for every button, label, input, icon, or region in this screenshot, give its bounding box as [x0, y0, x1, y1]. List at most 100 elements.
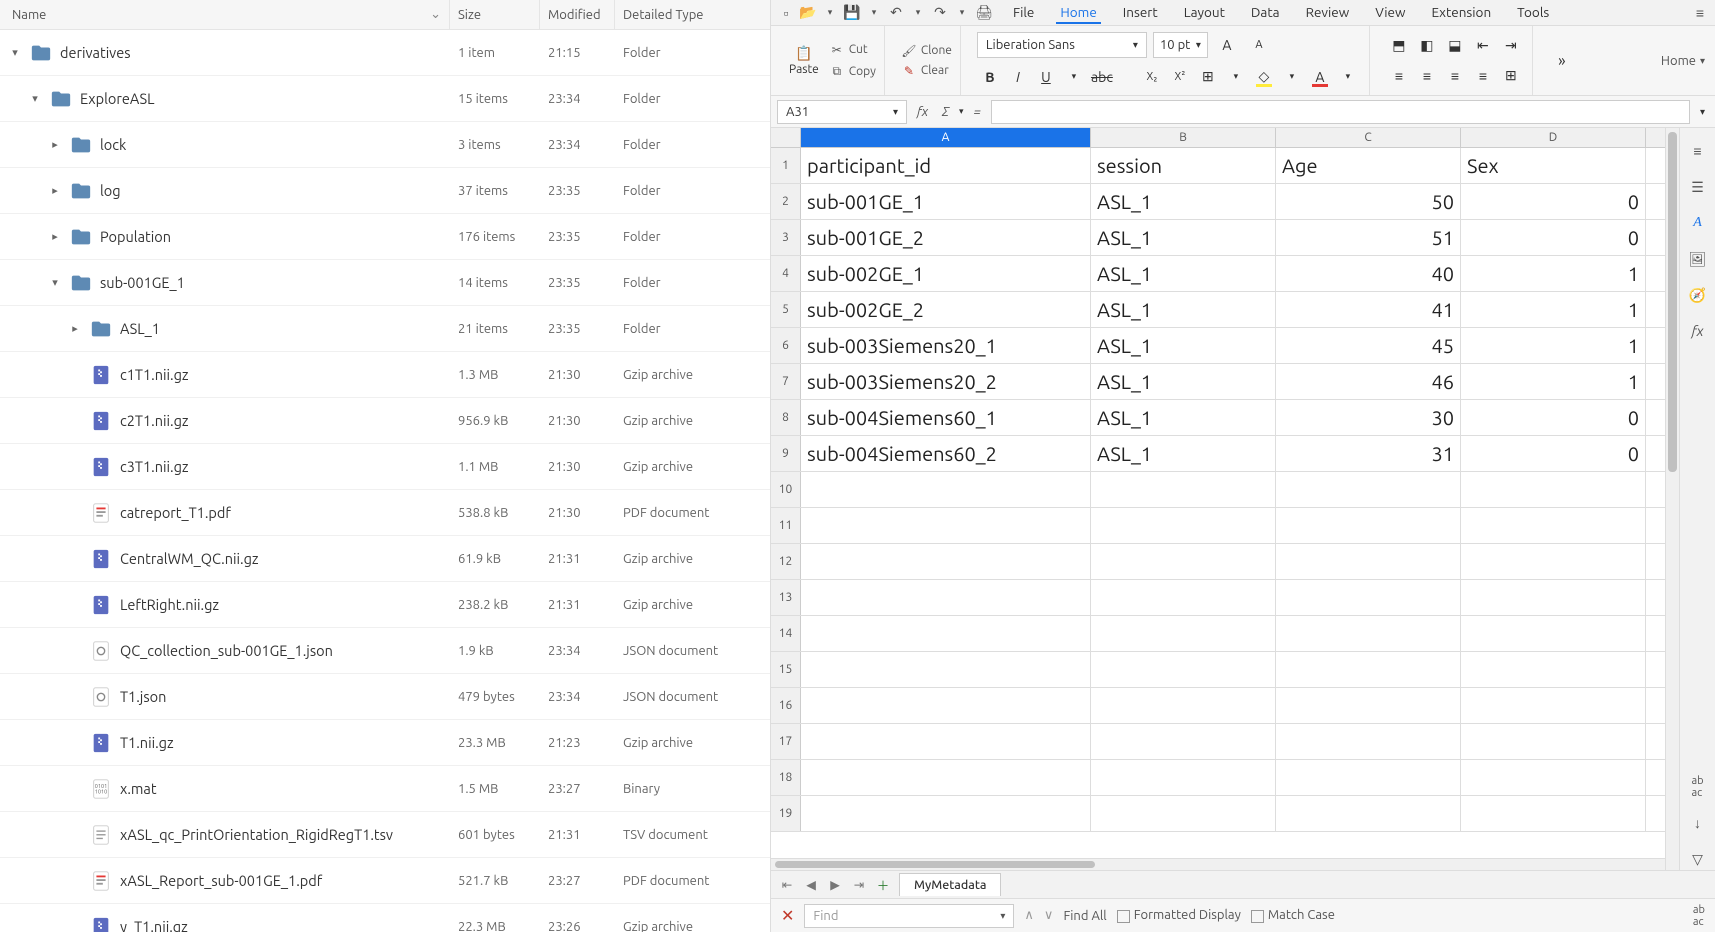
cell[interactable] — [1091, 580, 1276, 615]
chevron-down-icon[interactable] — [28, 92, 42, 106]
cell[interactable] — [801, 544, 1091, 579]
find-prev-icon[interactable]: ∧ — [1024, 908, 1034, 923]
cell[interactable] — [1461, 472, 1646, 507]
new-doc-icon[interactable]: ▫ — [777, 4, 795, 22]
cell[interactable]: 0 — [1461, 220, 1646, 255]
cell[interactable]: ASL_1 — [1091, 184, 1276, 219]
cell[interactable] — [1276, 652, 1461, 687]
underline-dropdown[interactable]: ▾ — [1061, 64, 1087, 90]
cut-button[interactable]: ✂ Cut — [829, 42, 876, 58]
column-header-D[interactable]: D — [1461, 128, 1646, 147]
menu-insert[interactable]: Insert — [1119, 2, 1162, 24]
row-header[interactable]: 13 — [771, 580, 801, 615]
vertical-scrollbar[interactable] — [1665, 128, 1679, 870]
open-icon[interactable]: 📂 — [799, 4, 817, 22]
cell[interactable]: 1 — [1461, 292, 1646, 327]
clone-button[interactable]: 🖌 Clone — [901, 43, 952, 59]
chevron-right-icon[interactable] — [48, 184, 62, 198]
align-center-button[interactable]: ≡ — [1414, 63, 1440, 89]
file-list[interactable]: derivatives1 item21:15FolderExploreASL15… — [0, 30, 770, 932]
cell[interactable] — [1276, 508, 1461, 543]
chevron-right-icon[interactable] — [48, 138, 62, 152]
row-header[interactable]: 9 — [771, 436, 801, 471]
cell[interactable] — [1276, 760, 1461, 795]
menu-layout[interactable]: Layout — [1180, 2, 1229, 24]
dropdown-icon[interactable]: ▾ — [909, 4, 927, 22]
cell[interactable] — [1461, 652, 1646, 687]
align-justify-button[interactable]: ≡ — [1470, 63, 1496, 89]
find-input[interactable]: Find ▾ — [804, 904, 1014, 928]
column-header-B[interactable]: B — [1091, 128, 1276, 147]
copy-button[interactable]: ⧉ Copy — [829, 64, 876, 80]
row-header[interactable]: 19 — [771, 796, 801, 831]
cell[interactable] — [1276, 688, 1461, 723]
font-name-select[interactable]: Liberation Sans ▾ — [977, 32, 1147, 58]
cell[interactable] — [1091, 796, 1276, 831]
find-next-icon[interactable]: ∨ — [1044, 908, 1054, 923]
cell[interactable]: 0 — [1461, 436, 1646, 471]
chevron-down-icon[interactable] — [8, 46, 22, 60]
file-row[interactable]: y_T1.nii.gz22.3 MB23:26Gzip archive — [0, 904, 770, 932]
row-header[interactable]: 4 — [771, 256, 801, 291]
font-size-select[interactable]: 10 pt ▾ — [1153, 32, 1208, 58]
cell[interactable] — [1091, 652, 1276, 687]
cell[interactable] — [1276, 616, 1461, 651]
subscript-button[interactable]: X₂ — [1139, 64, 1165, 90]
cell[interactable]: participant_id — [801, 148, 1091, 183]
sheet-tab[interactable]: MyMetadata — [899, 873, 1001, 896]
cell[interactable]: 30 — [1276, 400, 1461, 435]
strikethrough-button[interactable]: abc — [1089, 64, 1115, 90]
row-header[interactable]: 10 — [771, 472, 801, 507]
cell[interactable]: ASL_1 — [1091, 400, 1276, 435]
clear-button[interactable]: ✎ Clear — [901, 63, 952, 79]
cell[interactable] — [801, 688, 1091, 723]
cell[interactable]: 50 — [1276, 184, 1461, 219]
gallery-icon[interactable]: 🖼 — [1687, 248, 1709, 270]
formula-input[interactable] — [991, 100, 1690, 124]
row-header[interactable]: 12 — [771, 544, 801, 579]
cell[interactable] — [1461, 616, 1646, 651]
align-bottom-button[interactable]: ⬓ — [1442, 33, 1468, 59]
bold-button[interactable]: B — [977, 64, 1003, 90]
menu-tools[interactable]: Tools — [1513, 2, 1553, 24]
row-header[interactable]: 8 — [771, 400, 801, 435]
cell[interactable] — [1461, 580, 1646, 615]
cell[interactable]: 31 — [1276, 436, 1461, 471]
cell[interactable] — [1091, 724, 1276, 759]
font-color-button[interactable]: A — [1307, 64, 1333, 90]
dropdown-icon[interactable]: ▾ — [865, 4, 883, 22]
cell[interactable] — [801, 580, 1091, 615]
cell[interactable] — [1461, 724, 1646, 759]
vertical-scroll-thumb[interactable] — [1668, 132, 1677, 472]
close-find-icon[interactable]: ✕ — [781, 906, 794, 925]
shrink-font-button[interactable]: A — [1246, 32, 1272, 58]
navigator-icon[interactable]: 🧭 — [1687, 284, 1709, 306]
superscript-button[interactable]: X² — [1167, 64, 1193, 90]
sigma-dropdown[interactable]: ▾ — [959, 106, 964, 117]
menu-review[interactable]: Review — [1302, 2, 1354, 24]
cell[interactable] — [801, 724, 1091, 759]
cell[interactable]: 1 — [1461, 256, 1646, 291]
row-header[interactable]: 5 — [771, 292, 801, 327]
italic-button[interactable]: I — [1005, 64, 1031, 90]
ribbon-expand-icon[interactable]: » — [1549, 48, 1575, 74]
column-header-type[interactable]: Detailed Type — [615, 0, 770, 29]
cell[interactable] — [1461, 508, 1646, 543]
file-row[interactable]: xASL_Report_sub-001GE_1.pdf521.7 kB23:27… — [0, 858, 770, 904]
underline-button[interactable]: U — [1033, 64, 1059, 90]
functions-icon[interactable]: fx — [1687, 320, 1709, 342]
cell[interactable]: 46 — [1276, 364, 1461, 399]
find-replace-icon[interactable]: abac — [1687, 776, 1709, 798]
column-header-C[interactable]: C — [1276, 128, 1461, 147]
select-all-corner[interactable] — [771, 128, 801, 147]
add-sheet-icon[interactable]: ＋ — [875, 877, 891, 893]
cell[interactable]: ASL_1 — [1091, 364, 1276, 399]
formula-expand-icon[interactable]: ▾ — [1696, 106, 1709, 118]
file-row[interactable]: derivatives1 item21:15Folder — [0, 30, 770, 76]
dropdown-icon[interactable]: ▾ — [953, 4, 971, 22]
cell[interactable]: sub-001GE_1 — [801, 184, 1091, 219]
dropdown-icon[interactable]: ▾ — [821, 4, 839, 22]
hamburger-icon[interactable]: ≡ — [1691, 4, 1709, 22]
cell[interactable] — [1091, 616, 1276, 651]
row-header[interactable]: 15 — [771, 652, 801, 687]
